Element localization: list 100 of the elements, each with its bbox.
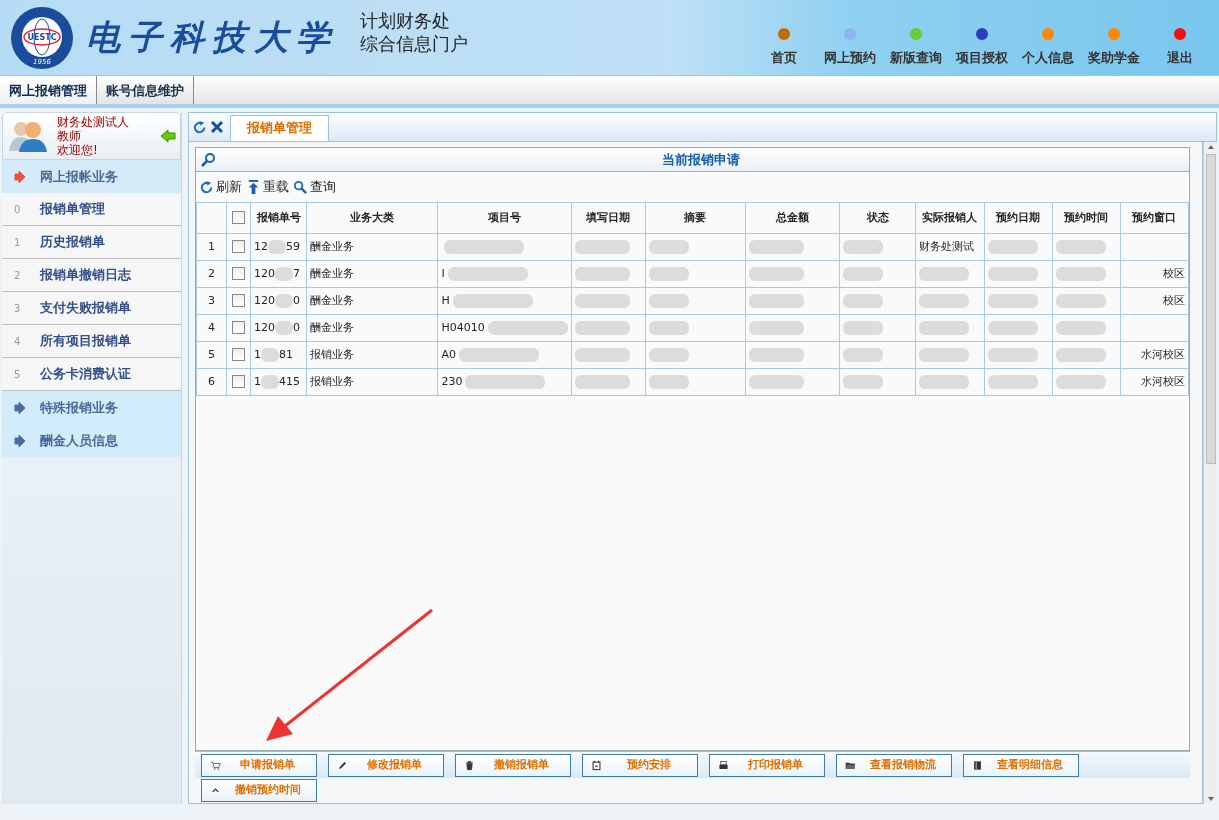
scrollbar[interactable]: [1203, 142, 1217, 804]
sidebar-item[interactable]: 5 公务卡消费认证: [2, 358, 181, 391]
bill-number-fragment: 12: [254, 239, 269, 253]
redaction-blur: [919, 347, 970, 362]
bill-number-fragment: 59: [286, 239, 301, 253]
redaction-blur: [843, 266, 884, 281]
menu-tab[interactable]: 账号信息维护: [97, 76, 194, 104]
sidebar-item[interactable]: 0 报销单管理: [2, 193, 181, 226]
nav-link[interactable]: 退出: [1151, 27, 1209, 67]
redaction-blur: [749, 293, 805, 308]
column-header: 预约日期: [984, 202, 1053, 234]
redaction-blur: [987, 239, 1038, 254]
school-name: 电子科技大学: [86, 16, 338, 59]
book-icon: [972, 759, 983, 771]
redaction-blur: [843, 239, 884, 254]
item-number: 2: [14, 268, 22, 283]
redaction-blur: [843, 347, 884, 362]
column-header: 项目号: [437, 202, 572, 234]
sidebar-item[interactable]: 4 所有项目报销单: [2, 325, 181, 358]
row-number: 4: [196, 314, 227, 342]
table-cell: 酬金业务: [306, 233, 438, 261]
redaction-blur: [919, 374, 970, 389]
sidebar-section[interactable]: 酬金人员信息: [2, 424, 181, 457]
row-number: 3: [196, 287, 227, 315]
redaction-blur: [574, 239, 630, 254]
nav-link[interactable]: 新版查询: [887, 27, 945, 67]
column-header: 状态: [839, 202, 916, 234]
redaction-blur: [919, 293, 970, 308]
redaction-blur: [275, 320, 294, 335]
nav-link[interactable]: 个人信息: [1019, 27, 1077, 67]
column-header: 填写日期: [571, 202, 646, 234]
redaction-blur: [574, 374, 630, 389]
redaction-blur: [987, 293, 1038, 308]
toolbar-button[interactable]: 刷新: [199, 177, 242, 197]
redaction-blur: [261, 374, 280, 389]
user-info: 财务处测试人: [57, 115, 130, 129]
redaction-blur: [648, 320, 689, 335]
table-cell: H: [441, 293, 450, 307]
trash-icon: [464, 759, 475, 771]
user-info: 教师: [57, 129, 82, 143]
item-number: 1: [14, 235, 22, 250]
printer-icon: [718, 759, 729, 771]
sidebar-item[interactable]: 2 报销单撤销日志: [2, 259, 181, 292]
nav-link[interactable]: 首页: [755, 27, 813, 67]
row-checkbox[interactable]: [232, 375, 246, 389]
column-header: 总金额: [745, 202, 840, 234]
close-icon[interactable]: [210, 119, 224, 134]
refresh-icon: [199, 179, 214, 195]
redaction-blur: [843, 293, 884, 308]
redaction-blur: [843, 320, 884, 335]
bill-number-fragment: 120: [254, 293, 276, 307]
column-header: 预约时间: [1052, 202, 1121, 234]
bill-number-fragment: 1: [254, 374, 262, 388]
refresh-icon[interactable]: [192, 119, 207, 135]
table-cell: A0: [441, 347, 456, 361]
nav-link[interactable]: 网上预约: [821, 27, 879, 67]
redaction-blur: [261, 347, 280, 362]
toolbar-button[interactable]: 查询: [293, 177, 336, 197]
calendar-icon: [591, 759, 602, 771]
redaction-blur: [1055, 266, 1106, 281]
row-checkbox[interactable]: [232, 240, 246, 254]
nav-link[interactable]: 奖助学金: [1085, 27, 1143, 67]
redaction-blur: [749, 239, 805, 254]
menu-tab[interactable]: 网上报销管理: [0, 76, 97, 104]
upload-icon: [246, 179, 261, 195]
user-info: 欢迎您!: [57, 143, 99, 157]
portal-title: 综合信息门户: [360, 31, 468, 55]
redaction-blur: [275, 293, 294, 308]
redaction-blur: [987, 266, 1038, 281]
row-checkbox[interactable]: [232, 294, 246, 308]
row-checkbox[interactable]: [232, 321, 246, 335]
toolbar-button[interactable]: 重载: [246, 177, 289, 197]
redaction-blur: [749, 320, 805, 335]
redaction-blur: [1055, 293, 1106, 308]
row-checkbox[interactable]: [232, 267, 246, 281]
sidebar-section[interactable]: 网上报帐业务: [2, 160, 181, 193]
portal-title: 计划财务处: [360, 8, 451, 32]
row-checkbox[interactable]: [232, 348, 246, 362]
sidebar-item[interactable]: 3 支付失败报销单: [2, 292, 181, 325]
pencil-icon: [337, 759, 348, 771]
bill-number-fragment: 415: [279, 374, 301, 388]
redaction-blur: [648, 239, 689, 254]
redaction-blur: [648, 347, 689, 362]
column-header: 报销单号: [250, 202, 307, 234]
redaction-blur: [268, 239, 287, 254]
sidebar-section[interactable]: 特殊报销业务: [2, 391, 181, 424]
table-cell: 报销业务: [306, 341, 438, 369]
row-number: 2: [196, 260, 227, 288]
redaction-blur: [1055, 374, 1106, 389]
nav-link[interactable]: 项目授权: [953, 27, 1011, 67]
table-cell: 230: [441, 374, 463, 388]
redaction-blur: [919, 320, 970, 335]
bill-number-fragment: 0: [293, 293, 301, 307]
column-header: 预约窗口: [1120, 202, 1189, 234]
sidebar-item[interactable]: 1 历史报销单: [2, 226, 181, 259]
cart-icon: [210, 759, 221, 771]
select-all-checkbox[interactable]: [232, 211, 246, 225]
column-header: 业务大类: [306, 202, 438, 234]
collapse-arrow-icon[interactable]: [160, 129, 176, 143]
table-cell: 水河校区: [1141, 374, 1185, 388]
